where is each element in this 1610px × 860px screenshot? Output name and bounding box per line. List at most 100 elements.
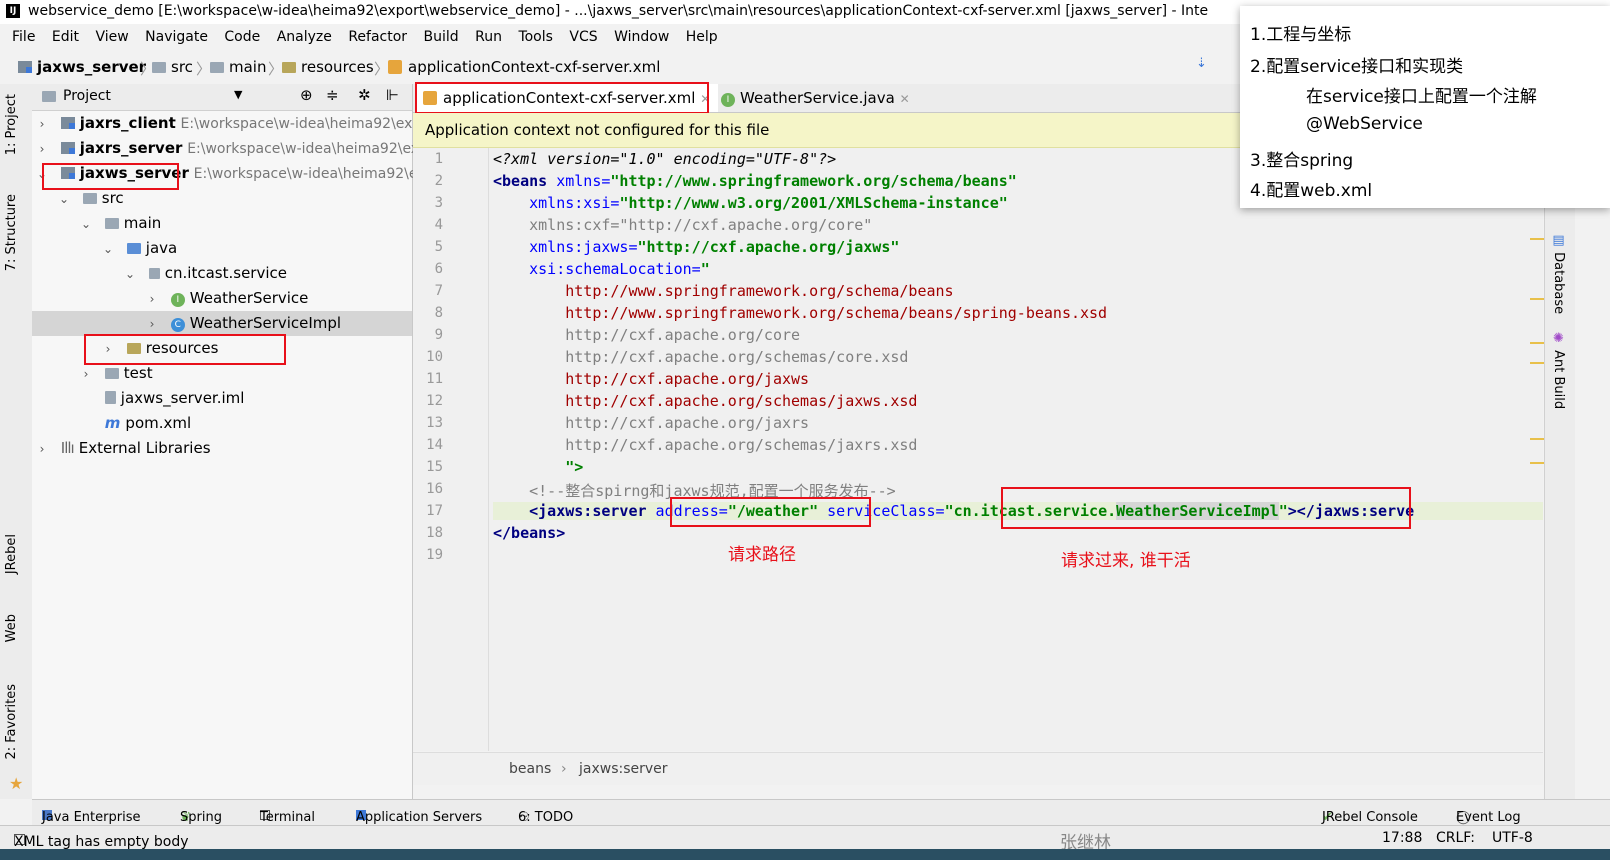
tab-project[interactable]: 1: Project [4, 94, 19, 155]
note-item: 3.整合spring [1250, 151, 1354, 171]
line-number: 5 [434, 239, 443, 255]
nav-crumb-main[interactable]: main [210, 58, 266, 76]
maven-icon: m [104, 414, 121, 432]
code-line: xmlns:xsi="http://www.w3.org/2001/XMLSch… [493, 194, 1008, 212]
tree-item[interactable]: m pom.xml [32, 411, 412, 436]
menu-run[interactable]: Run [475, 24, 502, 50]
menu-code[interactable]: Code [224, 24, 260, 50]
tab-web[interactable]: Web [4, 614, 19, 642]
gear-icon[interactable]: ✲ [358, 86, 371, 104]
star-icon: ★ [9, 774, 24, 793]
highlight-box [84, 334, 286, 365]
tab-weatherservice-java[interactable]: I WeatherService.java ✕ [713, 84, 918, 112]
editor-breadcrumb: beans › jaxws:server [413, 752, 1543, 785]
taskbar-strip [0, 849, 1610, 860]
code-line: xmlns:jaxws="http://cxf.apache.org/jaxws… [493, 238, 900, 256]
project-view-selector[interactable]: Project [63, 88, 111, 104]
dropdown-icon[interactable]: ▼ [234, 88, 242, 101]
folder-icon [152, 62, 166, 73]
line-number: 10 [426, 349, 443, 365]
tab-favorites[interactable]: 2: Favorites [4, 684, 19, 760]
tab-ant-build[interactable]: ✺ Ant Build [1551, 331, 1566, 409]
highlight-box [42, 163, 179, 190]
line-separator[interactable]: CRLF: [1436, 830, 1475, 846]
sort-icon[interactable]: ⇣ [1196, 56, 1207, 71]
resources-folder-icon [282, 62, 296, 73]
tab-jrebel[interactable]: JRebel [4, 534, 19, 574]
banner-message: Application context not configured for t… [425, 121, 770, 139]
line-number: 17 [426, 503, 443, 519]
bottom-tool-bar: Java Enterprise ❦ Spring Terminal Applic… [32, 799, 1610, 826]
line-number: 7 [434, 283, 443, 299]
code-editor[interactable]: 1 2 3 4 5 6 7 8 9 10 11 12 13 14 15 16 1… [413, 148, 1543, 751]
menu-file[interactable]: File [12, 24, 35, 50]
tree-item[interactable]: › jaxrs_client E:\workspace\w-idea\heima… [32, 111, 422, 136]
highlight-box [670, 497, 871, 527]
tab-database[interactable]: ▤ Database [1551, 233, 1566, 314]
menu-analyze[interactable]: Analyze [277, 24, 332, 50]
code-line: </beans> [493, 524, 566, 542]
chevron-down-icon: ⌄ [80, 217, 92, 231]
collapse-icon[interactable]: ≑ [326, 86, 339, 104]
left-tool-strip: 1: Project 7: Structure JRebel Web 2: Fa… [0, 84, 33, 799]
nav-crumb-resources[interactable]: resources [282, 58, 374, 76]
module-folder-icon [60, 142, 75, 154]
menu-navigate[interactable]: Navigate [145, 24, 208, 50]
menu-window[interactable]: Window [614, 24, 669, 50]
chevron-right-icon: › [39, 442, 45, 456]
nav-crumb-file[interactable]: applicationContext-cxf-server.xml [388, 58, 660, 76]
highlight-box [415, 82, 709, 114]
scroll-marker [1530, 238, 1544, 240]
editor-crumb-beans[interactable]: beans [509, 761, 551, 777]
tree-item[interactable]: › Illı External Libraries [32, 436, 412, 461]
cursor-position[interactable]: 17:88 [1382, 830, 1422, 846]
menu-vcs[interactable]: VCS [569, 24, 597, 50]
chevron-right-icon: 〉 [374, 60, 390, 78]
note-item: @WebService [1306, 114, 1423, 134]
code-line: xmlns:cxf="http://cxf.apache.org/core" [493, 216, 873, 234]
line-number: 18 [426, 525, 443, 541]
folder-icon [210, 62, 224, 73]
code-line: http://cxf.apache.org/schemas/jaxrs.xsd [493, 436, 918, 454]
close-icon[interactable]: ✕ [900, 92, 910, 106]
tree-item[interactable]: ⌄ java [32, 236, 412, 261]
tree-item[interactable]: › I WeatherService [32, 286, 412, 311]
menu-help[interactable]: Help [686, 24, 718, 50]
folder-icon [82, 193, 97, 204]
project-panel: Project ▼ ⊕ ≑ ✲ ⊩ › jaxrs_client E:\work… [32, 84, 428, 799]
file-encoding[interactable]: UTF-8 [1492, 830, 1533, 846]
annotation-request-path: 请求路径 [728, 545, 796, 565]
nav-crumb-module[interactable]: jaxws_server [18, 58, 146, 76]
line-number: 19 [426, 547, 443, 563]
chevron-right-icon: 〉 [268, 60, 284, 78]
code-line: http://cxf.apache.org/jaxws [493, 370, 810, 388]
hide-panel-icon[interactable]: ⊩ [386, 86, 399, 104]
scroll-marker [1530, 342, 1544, 344]
menu-tools[interactable]: Tools [518, 24, 553, 50]
tree-item[interactable]: ⌄ main [32, 211, 412, 236]
project-panel-header: Project ▼ ⊕ ≑ ✲ ⊩ [32, 84, 412, 111]
menu-refactor[interactable]: Refactor [348, 24, 407, 50]
tree-item[interactable]: ⌄ cn.itcast.service [32, 261, 412, 286]
line-number: 8 [434, 305, 443, 321]
menu-edit[interactable]: Edit [52, 24, 79, 50]
target-icon[interactable]: ⊕ [300, 86, 313, 104]
note-item: 2.配置service接口和实现类 [1250, 57, 1464, 77]
editor-crumb-server[interactable]: jaxws:server [579, 761, 668, 777]
tab-structure[interactable]: 7: Structure [4, 194, 19, 271]
tree-item[interactable]: › C WeatherServiceImpl [32, 311, 412, 336]
menu-build[interactable]: Build [424, 24, 459, 50]
notes-popup: 1.工程与坐标 2.配置service接口和实现类 在service接口上配置一… [1240, 6, 1610, 208]
folder-icon [42, 89, 61, 105]
line-gutter: 1 2 3 4 5 6 7 8 9 10 11 12 13 14 15 16 1… [413, 148, 489, 751]
line-number: 4 [434, 217, 443, 233]
class-icon: C [170, 318, 185, 332]
menu-view[interactable]: View [95, 24, 128, 50]
tree-item[interactable]: jaxws_server.iml [32, 386, 412, 411]
line-number: 14 [426, 437, 443, 453]
nav-crumb-src[interactable]: src [152, 58, 193, 76]
tree-item[interactable]: › jaxrs_server E:\workspace\w-idea\heima… [32, 136, 428, 161]
libraries-icon: Illı [60, 439, 75, 457]
annotation-service-class: 请求过来, 谁干活 [1061, 551, 1191, 571]
chevron-down-icon: ⌄ [102, 242, 114, 256]
